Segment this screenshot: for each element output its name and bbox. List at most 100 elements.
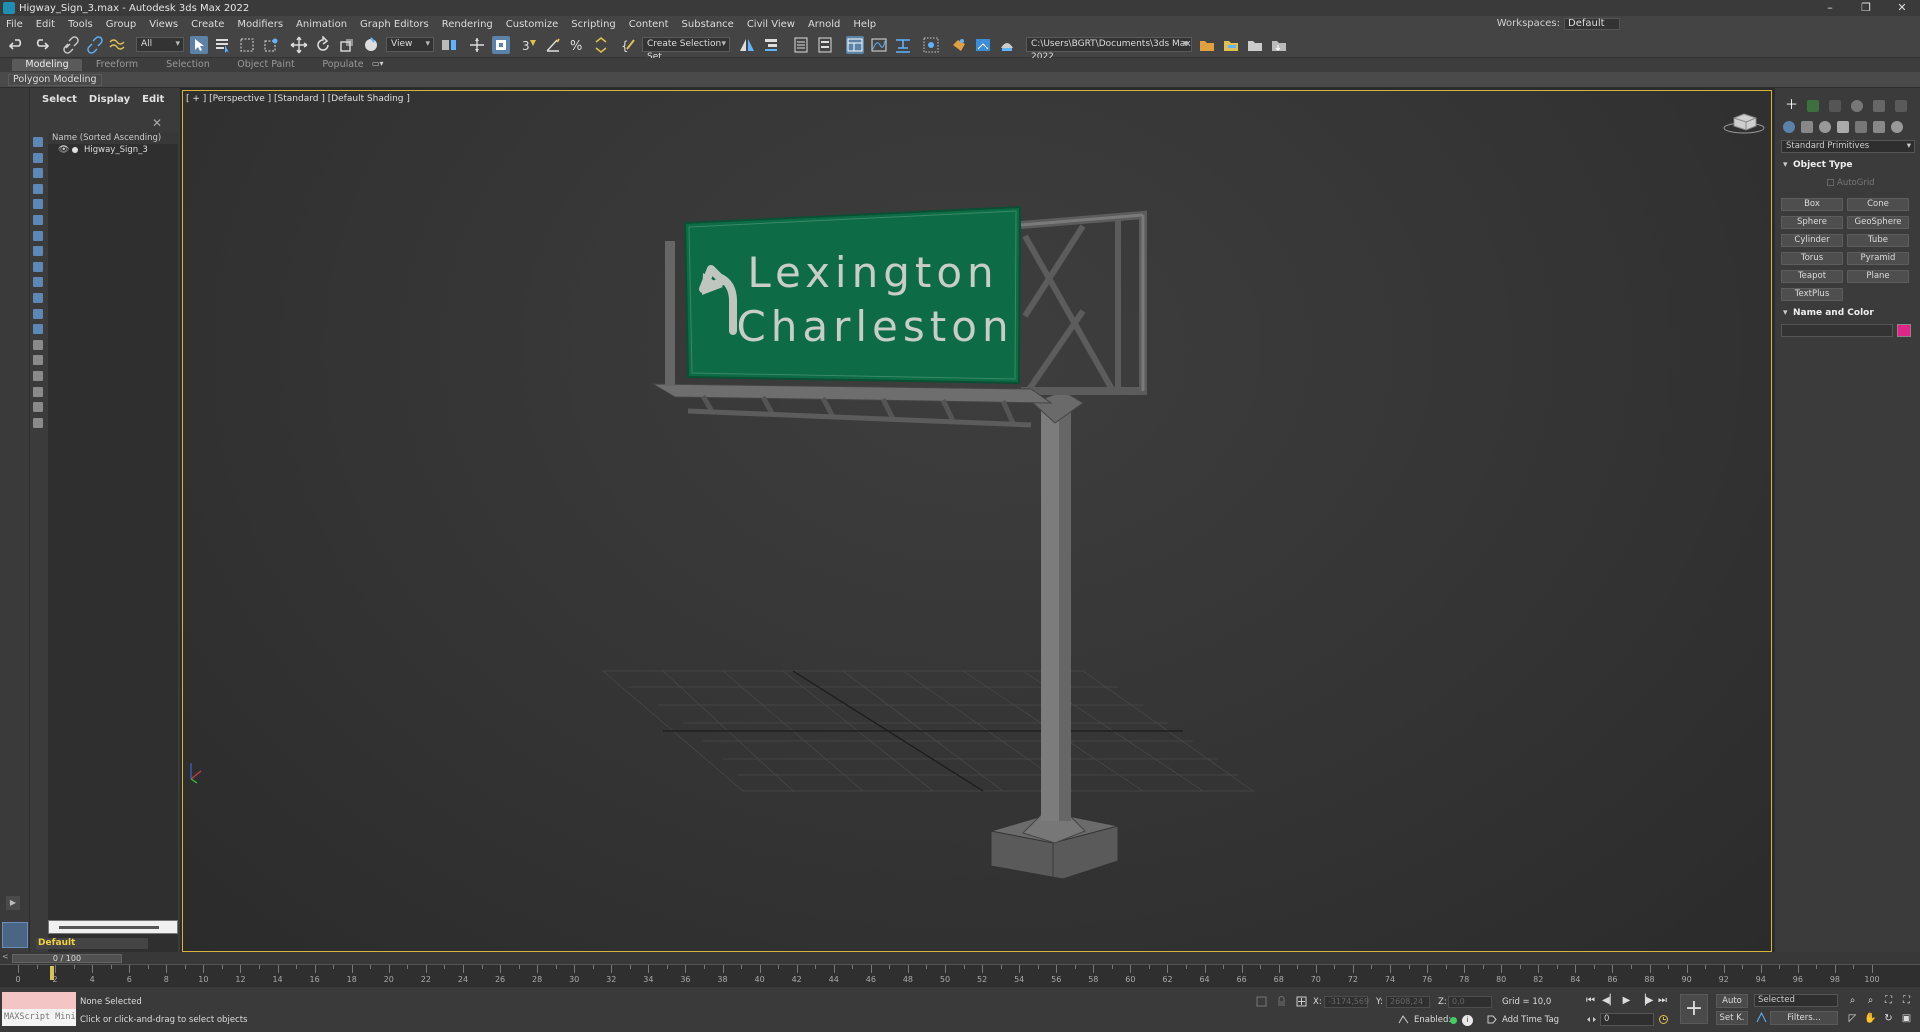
pan-icon[interactable]: ✋ (1864, 1013, 1877, 1025)
menu-graph-editors[interactable]: Graph Editors (360, 19, 429, 30)
box-button[interactable]: Box (1781, 198, 1843, 211)
list-header[interactable]: Name (Sorted Ascending) (48, 132, 178, 144)
space-warps-filter-icon[interactable] (33, 230, 43, 241)
ribbon-options-icon[interactable]: ▭▾ (372, 59, 386, 69)
play-icon[interactable]: ▶ (1620, 995, 1633, 1007)
select-by-name-icon[interactable] (214, 36, 232, 54)
pyramid-button[interactable]: Pyramid (1847, 252, 1909, 265)
lights-filter-icon[interactable] (33, 183, 43, 194)
containers-filter-icon[interactable] (33, 292, 43, 303)
current-frame-field[interactable]: 0 (1600, 1013, 1654, 1026)
time-configuration-icon[interactable] (1658, 1014, 1669, 1025)
perspective-viewport[interactable]: Lexington Charleston (182, 90, 1772, 952)
current-layer[interactable]: Default (36, 938, 148, 949)
viewport-label[interactable]: [ + ] [Perspective ] [Standard ] [Defaul… (186, 94, 410, 104)
maxscript-output[interactable] (2, 992, 76, 1009)
textplus-button[interactable]: TextPlus (1781, 288, 1843, 301)
filter-icon[interactable] (33, 402, 43, 413)
next-frame-button-icon[interactable]: ▕▶ (1638, 995, 1653, 1007)
object-type-rollout[interactable]: Object Type (1781, 158, 1915, 172)
menu-file[interactable]: File (6, 19, 23, 30)
mirror-icon[interactable] (738, 36, 756, 54)
field-of-view-icon[interactable]: ◸ (1846, 1013, 1859, 1025)
menu-help[interactable]: Help (853, 19, 876, 30)
enabled-indicator[interactable] (1450, 1017, 1457, 1024)
menu-animation[interactable]: Animation (296, 19, 347, 30)
select-and-manipulate-icon[interactable] (468, 36, 486, 54)
systems-icon[interactable] (1891, 121, 1903, 133)
display-tab-icon[interactable] (1873, 100, 1885, 112)
info-icon[interactable]: i (1462, 1015, 1473, 1026)
modify-tab-icon[interactable] (1807, 100, 1819, 112)
cameras-filter-icon[interactable] (33, 199, 43, 210)
ribbon-tab-freeform[interactable]: Freeform (82, 59, 152, 71)
ribbon-polygon-modeling[interactable]: Polygon Modeling (8, 74, 102, 86)
space-warps-icon[interactable] (1873, 121, 1885, 133)
scale-icon[interactable] (338, 36, 356, 54)
explorer-tab-select[interactable]: Select (42, 94, 77, 110)
plane-button[interactable]: Plane (1847, 270, 1909, 283)
viewcube-icon[interactable] (1722, 110, 1766, 134)
x-coordinate[interactable]: -3174,569 (1324, 996, 1369, 1008)
explorer-search-field[interactable] (48, 920, 178, 934)
archive-folder-icon[interactable] (1246, 36, 1264, 54)
find-icon[interactable] (33, 386, 43, 397)
track-bar[interactable]: 0 2 4 6 8 10 12 14 16 18 20 22 24 26 28 30 32 34 36 38 40 42 4… (0, 964, 1920, 986)
layer-explorer-icon[interactable] (816, 36, 834, 54)
unlink-icon[interactable] (86, 36, 104, 54)
absolute-mode-icon[interactable] (1296, 996, 1307, 1007)
rendered-frame-window-icon[interactable] (974, 36, 992, 54)
zoom-all-icon[interactable]: ⌕ (1864, 995, 1877, 1007)
autogrid-checkbox[interactable]: AutoGrid (1827, 178, 1875, 188)
menu-customize[interactable]: Customize (506, 19, 559, 30)
ribbon-tab-selection[interactable]: Selection (152, 59, 224, 71)
key-mode-icon[interactable] (1586, 1014, 1597, 1025)
open-folder-icon[interactable] (1222, 36, 1240, 54)
key-filters-button[interactable]: Filters... (1770, 1011, 1838, 1025)
utilities-tab-icon[interactable] (1895, 100, 1907, 112)
bones-filter-icon[interactable] (33, 277, 43, 288)
link-icon[interactable] (62, 36, 80, 54)
curve-editor-icon[interactable] (870, 36, 888, 54)
helpers-filter-icon[interactable] (33, 214, 43, 225)
z-coordinate[interactable]: 0,0 (1448, 996, 1492, 1008)
ribbon-tab-modeling[interactable]: Modeling (12, 59, 82, 71)
menu-scripting[interactable]: Scripting (571, 19, 615, 30)
menu-rendering[interactable]: Rendering (442, 19, 493, 30)
list-item[interactable]: 👁 Higway_Sign_3 (48, 144, 178, 156)
cylinder-button[interactable]: Cylinder (1781, 234, 1843, 247)
torus-button[interactable]: Torus (1781, 252, 1843, 265)
set-key-icon[interactable]: + (1680, 994, 1708, 1024)
material-editor-icon[interactable] (922, 36, 940, 54)
key-filters-icon[interactable] (1756, 1012, 1767, 1023)
motion-tab-icon[interactable] (1851, 100, 1863, 112)
autogrid-box[interactable] (1827, 179, 1834, 186)
lock-icon[interactable] (33, 417, 43, 428)
maximize-viewport-icon[interactable]: ▣ (1900, 1013, 1913, 1025)
helpers-icon[interactable] (1855, 121, 1867, 133)
percent-snap-icon[interactable]: % (568, 36, 586, 54)
auto-key-button[interactable]: Auto (1716, 994, 1748, 1008)
shapes-icon[interactable] (1801, 121, 1813, 133)
create-selection-set-dropdown[interactable]: Create Selection Set (642, 37, 730, 62)
menu-edit[interactable]: Edit (36, 19, 55, 30)
previous-frame-icon[interactable]: ◀▏ (1602, 995, 1617, 1007)
close-icon[interactable]: ✕ (1884, 0, 1920, 16)
groups-filter-icon[interactable] (33, 246, 43, 257)
select-object-icon[interactable] (190, 36, 208, 54)
maxscript-listener[interactable]: MAXScript Mini (2, 992, 76, 1026)
hidden-filter-icon[interactable] (33, 324, 43, 335)
window-crossing-icon[interactable] (262, 36, 280, 54)
menu-substance[interactable]: Substance (682, 19, 734, 30)
save-folder-icon[interactable] (1270, 36, 1288, 54)
geometry-filter-icon[interactable] (33, 152, 43, 163)
zoom-icon[interactable]: ⌕ (1846, 995, 1859, 1007)
frozen-filter-icon[interactable] (33, 308, 43, 319)
selection-filter-dropdown[interactable]: All (136, 37, 184, 52)
layer-icon[interactable] (2, 922, 28, 948)
workspaces-dropdown[interactable]: Default (1564, 18, 1620, 30)
ribbon-tab-object-paint[interactable]: Object Paint (224, 59, 308, 71)
ribbon-tab-populate[interactable]: Populate (308, 59, 378, 71)
shapes-filter-icon[interactable] (33, 168, 43, 179)
place-icon[interactable] (362, 36, 380, 54)
